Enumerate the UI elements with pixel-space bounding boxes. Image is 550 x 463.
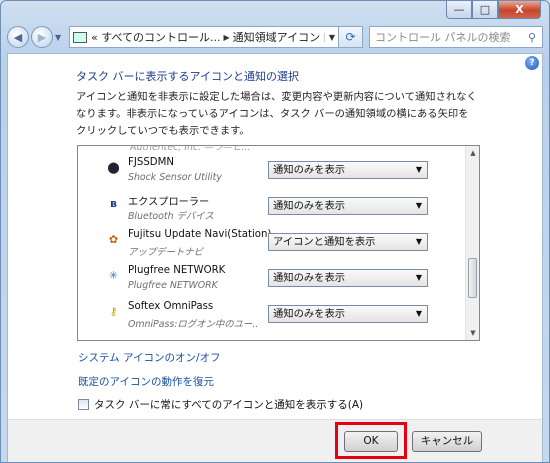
close-button[interactable]: X <box>498 1 541 19</box>
item-name: Plugfree NETWORK <box>128 265 226 276</box>
item-name: エクスプローラー <box>128 197 210 208</box>
address-bar[interactable]: « すべてのコントロール... ▶ 通知領域アイコン ▼ <box>69 26 339 48</box>
ok-button[interactable]: OK <box>344 431 398 452</box>
update-navi-icon: ✿ <box>108 233 119 246</box>
item-name: FJSSDMN <box>128 157 175 168</box>
control-panel-window: — □ X ◀ ▶ ▼ « すべてのコントロール... ▶ 通知領域アイコン ▼… <box>0 0 550 463</box>
key-icon: ⚷ <box>109 305 118 318</box>
shock-sensor-icon: ⬤ <box>107 161 120 174</box>
scroll-down-icon[interactable]: ▼ <box>466 326 479 340</box>
list-scrollbar[interactable]: ▲ ▼ <box>465 146 479 340</box>
search-placeholder: コントロール パネルの検索 <box>375 31 511 44</box>
chevron-down-icon: ▼ <box>415 237 422 246</box>
breadcrumb-separator-icon[interactable]: ▶ <box>224 33 230 42</box>
search-input[interactable]: コントロール パネルの検索 ⚲ <box>369 26 543 48</box>
navigation-bar: ◀ ▶ ▼ « すべてのコントロール... ▶ 通知領域アイコン ▼ ⟳ コント… <box>7 25 543 49</box>
network-icon: ✳ <box>108 269 119 282</box>
restore-default-link[interactable]: 既定のアイコンの動作を復元 <box>78 374 214 389</box>
list-item: ⚷ Softex OmniPass OmniPass:ログオン中のユー... 通… <box>78 300 466 336</box>
list-item: ⬤ FJSSDMN Shock Sensor Utility 通知のみを表示 ▼ <box>78 156 466 192</box>
chevron-down-icon: ▼ <box>415 165 422 174</box>
help-icon[interactable]: ? <box>525 56 539 70</box>
bluetooth-icon: ʙ <box>110 197 117 210</box>
breadcrumb-notification-icons[interactable]: 通知領域アイコン <box>233 29 320 45</box>
scroll-thumb[interactable] <box>468 258 477 298</box>
recent-pages-dropdown-icon[interactable]: ▼ <box>55 33 65 42</box>
page-description: アイコンと通知を非表示に設定した場合は、変更内容や更新内容について通知されなくな… <box>76 91 477 137</box>
partial-list-item: Authentec, Inc. —ラ—ヒ... <box>130 145 251 153</box>
back-arrow-icon[interactable]: ◀ <box>7 26 29 48</box>
always-show-all-checkbox[interactable]: タスク バーに常にすべてのアイコンと通知を表示する(A) <box>78 397 363 412</box>
notification-icon-list[interactable]: Authentec, Inc. —ラ—ヒ... ⬤ FJSSDMN Shock … <box>77 145 480 341</box>
breadcrumb-all-control-panel[interactable]: すべてのコントロール... <box>101 29 220 45</box>
item-description: Shock Sensor Utility <box>128 172 222 183</box>
minimize-button[interactable]: — <box>446 1 472 19</box>
item-description: Plugfree NETWORK <box>128 280 218 291</box>
cancel-button[interactable]: キャンセル <box>412 431 482 452</box>
item-description: アップデートナビ <box>128 247 204 258</box>
refresh-icon[interactable]: ⟳ <box>339 26 363 48</box>
item-name: Fujitsu Update Navi(Station) <box>128 229 272 240</box>
content-pane: ? タスク バーに表示するアイコンと通知の選択 アイコンと通知を非表示に設定した… <box>7 53 543 462</box>
caption-buttons: — □ X <box>446 1 541 19</box>
maximize-button[interactable]: □ <box>472 1 498 19</box>
forward-arrow-icon[interactable]: ▶ <box>31 26 53 48</box>
control-panel-icon <box>73 31 87 43</box>
item-name: Softex OmniPass <box>128 301 214 312</box>
behavior-select[interactable]: アイコンと通知を表示 ▼ <box>268 233 428 251</box>
list-item: ʙ エクスプローラー Bluetooth デバイス 通知のみを表示 ▼ <box>78 192 466 228</box>
list-item: ✿ Fujitsu Update Navi(Station) アップデートナビ … <box>78 228 466 264</box>
dialog-footer: OK キャンセル <box>8 419 542 462</box>
checkbox-label: タスク バーに常にすべてのアイコンと通知を表示する(A) <box>94 399 364 411</box>
chevron-down-icon: ▼ <box>415 201 422 210</box>
scroll-up-icon[interactable]: ▲ <box>466 146 479 160</box>
checkbox-box[interactable] <box>78 399 89 410</box>
behavior-select[interactable]: 通知のみを表示 ▼ <box>268 197 428 215</box>
search-icon[interactable]: ⚲ <box>522 31 542 44</box>
behavior-select[interactable]: 通知のみを表示 ▼ <box>268 269 428 287</box>
chevron-down-icon: ▼ <box>415 273 422 282</box>
chevron-down-icon: ▼ <box>415 309 422 318</box>
item-description: OmniPass:ログオン中のユー... <box>128 319 258 330</box>
system-icons-link[interactable]: システム アイコンのオン/オフ <box>78 350 221 365</box>
page-title: タスク バーに表示するアイコンと通知の選択 <box>76 70 299 83</box>
list-item: ✳ Plugfree NETWORK Plugfree NETWORK 通知のみ… <box>78 264 466 300</box>
item-description: Bluetooth デバイス <box>128 211 214 222</box>
behavior-select[interactable]: 通知のみを表示 ▼ <box>268 161 428 179</box>
behavior-select[interactable]: 通知のみを表示 ▼ <box>268 305 428 323</box>
breadcrumb-prefix[interactable]: « <box>91 31 98 44</box>
address-dropdown-icon[interactable]: ▼ <box>323 32 335 42</box>
